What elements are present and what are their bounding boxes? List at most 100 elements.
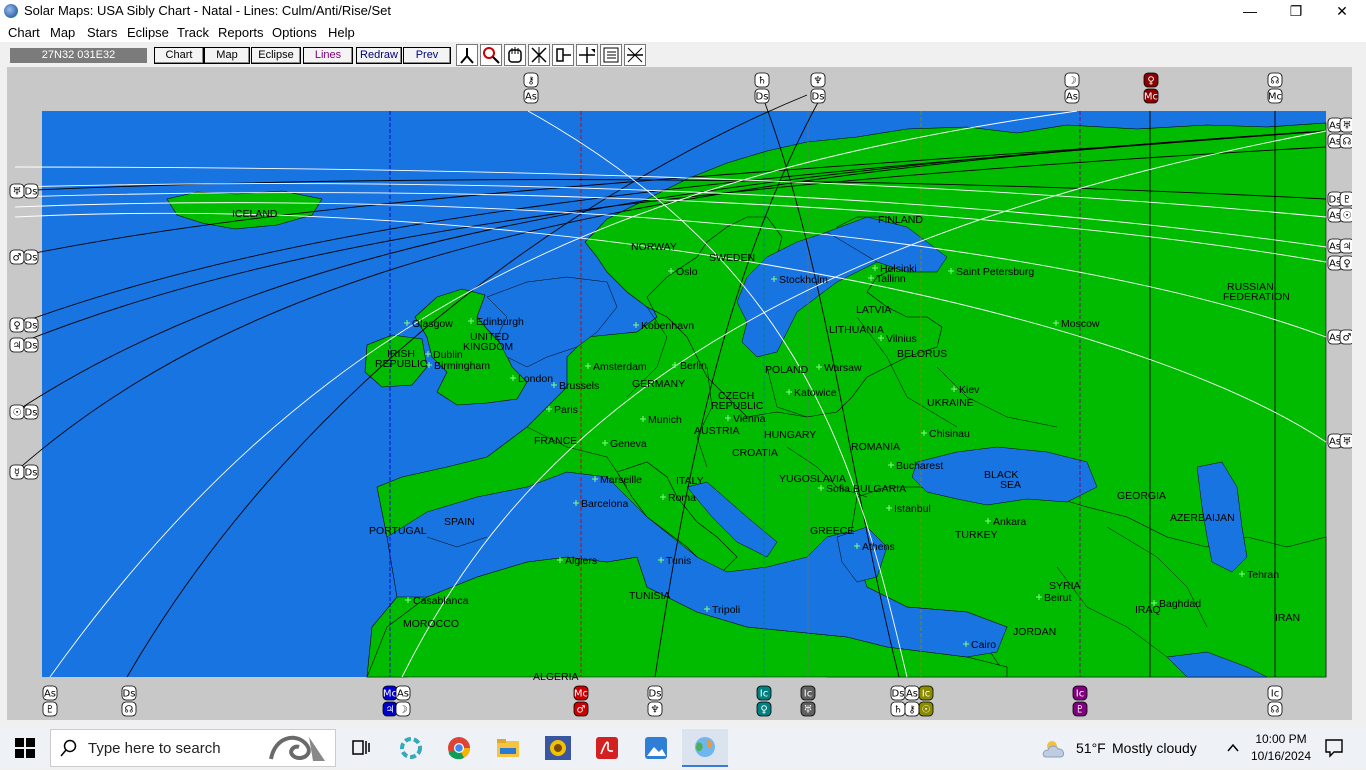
menu-options[interactable]: Options [272,25,317,40]
menu-reports[interactable]: Reports [218,25,264,40]
top-marker-angle[interactable]: Mc [1143,88,1159,104]
zoom-icon[interactable] [480,44,502,66]
bottom-marker-angle[interactable]: Ds [121,685,137,701]
bottom-marker-angle[interactable]: Ds [647,685,663,701]
left-marker-angle[interactable]: Ds [23,404,39,420]
right-marker-planet[interactable]: ♃ [1339,238,1355,254]
minimize-button[interactable]: — [1227,0,1273,22]
measure-tool-icon[interactable] [552,44,574,66]
file-explorer-icon[interactable] [496,736,520,765]
bottom-marker-planet[interactable]: ☊ [121,701,137,717]
map-canvas[interactable]: ICELAND NORWAY SWEDEN FINLAND Oslo Stockholm H… [7,67,1355,720]
bottom-marker-planet[interactable]: ☊ [1267,701,1283,717]
solar-maps-taskbar-item[interactable] [682,729,728,767]
bottom-marker-planet[interactable]: ♆ [647,701,663,717]
bottom-marker-planet[interactable]: ☉ [918,701,934,717]
top-marker-planet[interactable]: ♆ [810,72,826,88]
top-marker-angle[interactable]: Mc [1267,88,1283,104]
top-marker-planet[interactable]: ♄ [754,72,770,88]
bottom-marker-angle[interactable]: As [395,685,411,701]
left-marker-planet[interactable]: ☉ [9,404,25,420]
top-marker-planet[interactable]: ♀ [1143,72,1159,88]
menu-track[interactable]: Track [177,25,209,40]
right-marker-planet[interactable]: ♇ [1339,191,1355,207]
right-marker-planet[interactable]: ☊ [1339,133,1355,149]
redraw-button[interactable]: Redraw [356,47,402,64]
chart-button[interactable]: Chart [154,47,204,64]
right-marker-planet[interactable]: ♂ [1339,329,1355,345]
left-marker-angle[interactable]: Ds [23,249,39,265]
clock[interactable]: 10:00 PM 10/16/2024 [1248,731,1314,765]
bottom-marker-planet[interactable]: ♀ [756,701,772,717]
restore-button[interactable]: ❐ [1273,0,1319,22]
grid-lines-icon[interactable] [624,44,646,66]
menu-help[interactable]: Help [328,25,355,40]
left-marker-planet[interactable]: ♅ [9,183,25,199]
right-marker-planet[interactable]: ♅ [1339,117,1355,133]
bottom-marker-planet[interactable]: ⚷ [904,701,920,717]
notification-icon[interactable] [1324,738,1344,763]
top-marker-angle[interactable]: As [523,88,539,104]
bottom-marker-planet[interactable]: ♂ [573,701,589,717]
left-marker-planet[interactable]: ☿ [9,464,25,480]
marker-glyph: ☽ [1068,76,1077,87]
top-marker-angle[interactable]: Ds [810,88,826,104]
top-marker-planet[interactable]: ☊ [1267,72,1283,88]
crossed-lines-icon[interactable] [528,44,550,66]
sunflower-app-icon[interactable] [545,736,571,765]
marker-glyph: Ds [812,92,825,103]
map-button[interactable]: Map [204,47,250,64]
copilot-app-icon[interactable] [399,736,423,765]
bottom-marker-planet[interactable]: ♇ [42,701,58,717]
right-marker-planet[interactable]: ☉ [1339,207,1355,223]
left-marker-angle[interactable]: Ds [23,183,39,199]
bottom-marker-angle[interactable]: Mc [382,685,398,701]
acrobat-icon[interactable] [595,736,619,765]
bottom-marker-angle[interactable]: Ic [756,685,772,701]
bottom-marker-angle[interactable]: As [42,685,58,701]
windows-start-icon[interactable] [15,738,35,763]
top-marker-angle[interactable]: Ds [754,88,770,104]
left-marker-angle[interactable]: Ds [23,464,39,480]
chevron-up-icon[interactable] [1226,741,1240,759]
left-marker-angle[interactable]: Ds [23,337,39,353]
menu-map[interactable]: Map [50,25,75,40]
person-tool-icon[interactable] [456,44,478,66]
bottom-marker-angle[interactable]: Ic [1072,685,1088,701]
crosshair-icon[interactable] [576,44,598,66]
bottom-marker-angle[interactable]: Ds [890,685,906,701]
menu-chart[interactable]: Chart [8,25,40,40]
bottom-marker-planet[interactable]: ♇ [1072,701,1088,717]
left-marker-angle[interactable]: Ds [23,317,39,333]
top-marker-angle[interactable]: As [1064,88,1080,104]
right-marker-planet[interactable]: ♀ [1339,255,1355,271]
top-marker-planet[interactable]: ⚷ [523,72,539,88]
hand-pan-icon[interactable] [504,44,526,66]
menu-stars[interactable]: Stars [87,25,117,40]
left-marker-planet[interactable]: ♀ [9,317,25,333]
weather-cloud-icon[interactable] [1040,737,1070,764]
marker-glyph: Ds [25,187,38,198]
bottom-marker-angle[interactable]: Ic [918,685,934,701]
left-marker-planet[interactable]: ♂ [9,249,25,265]
bottom-marker-angle[interactable]: As [904,685,920,701]
task-view-icon[interactable] [351,738,371,763]
bottom-marker-angle[interactable]: Ic [1267,685,1283,701]
bottom-marker-angle[interactable]: Mc [573,685,589,701]
left-marker-planet[interactable]: ♃ [9,337,25,353]
bottom-marker-planet[interactable]: ♃ [382,701,398,717]
bottom-marker-planet[interactable]: ♅ [800,701,816,717]
bottom-marker-planet[interactable]: ♄ [890,701,906,717]
close-button[interactable]: ✕ [1319,0,1365,22]
prev-button[interactable]: Prev [403,47,451,64]
chrome-icon[interactable] [447,736,471,765]
lines-button[interactable]: Lines [303,47,353,64]
report-list-icon[interactable] [600,44,622,66]
eclipse-button[interactable]: Eclipse [251,47,301,64]
menu-eclipse[interactable]: Eclipse [127,25,169,40]
right-marker-planet[interactable]: ♅ [1339,433,1355,449]
top-marker-planet[interactable]: ☽ [1064,72,1080,88]
bottom-marker-angle[interactable]: Ic [800,685,816,701]
photos-app-icon[interactable] [644,736,668,765]
bottom-marker-planet[interactable]: ☽ [395,701,411,717]
